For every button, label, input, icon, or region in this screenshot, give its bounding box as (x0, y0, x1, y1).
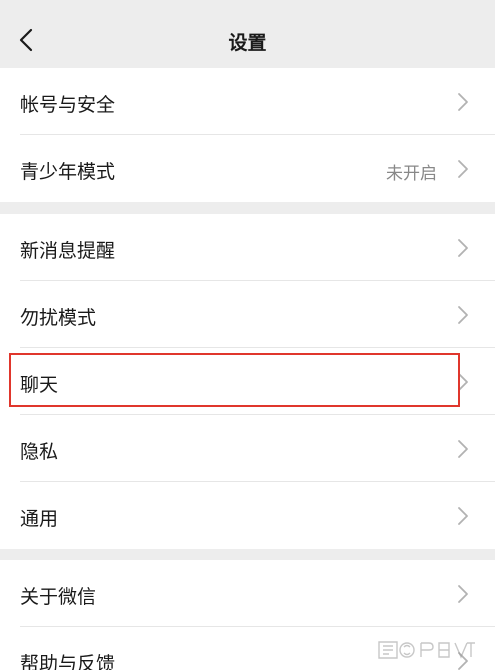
chevron-right-icon (458, 93, 468, 111)
settings-item-account-security[interactable]: 帐号与安全 (0, 68, 495, 135)
settings-item-general[interactable]: 通用 (0, 482, 495, 549)
chevron-right-icon (458, 160, 468, 178)
settings-item-label: 关于微信 (20, 586, 97, 608)
settings-screen: 设置 帐号与安全 青少年模式 未开启 新消息提醒 勿扰模式 聊天 隐私 通用 关… (0, 0, 495, 670)
settings-item-label: 帐号与安全 (20, 94, 116, 116)
settings-item-label: 隐私 (20, 441, 59, 463)
settings-item-label: 新消息提醒 (20, 240, 116, 262)
settings-item-label: 勿扰模式 (20, 307, 97, 329)
settings-item-new-message-alerts[interactable]: 新消息提醒 (0, 214, 495, 281)
settings-section-account: 帐号与安全 青少年模式 未开启 (0, 68, 495, 202)
settings-item-privacy[interactable]: 隐私 (0, 415, 495, 482)
settings-item-do-not-disturb[interactable]: 勿扰模式 (0, 281, 495, 348)
chevron-right-icon (458, 585, 468, 603)
nav-bar: 设置 (0, 0, 495, 68)
chevron-right-icon (458, 507, 468, 525)
settings-item-chat[interactable]: 聊天 (0, 348, 495, 415)
chevron-right-icon (458, 306, 468, 324)
settings-item-teen-mode[interactable]: 青少年模式 未开启 (0, 135, 495, 202)
settings-section-general: 新消息提醒 勿扰模式 聊天 隐私 通用 (0, 214, 495, 549)
settings-item-label: 聊天 (20, 374, 59, 396)
settings-item-value: 未开启 (386, 164, 437, 184)
settings-item-about-wechat[interactable]: 关于微信 (0, 560, 495, 627)
chevron-right-icon (458, 440, 468, 458)
chevron-right-icon (458, 373, 468, 391)
page-title: 设置 (228, 32, 267, 54)
baidu-jingyan-watermark (378, 641, 475, 659)
settings-item-label: 青少年模式 (20, 161, 116, 183)
settings-item-label: 帮助与反馈 (20, 653, 116, 670)
settings-item-label: 通用 (20, 508, 59, 530)
chevron-right-icon (458, 239, 468, 257)
